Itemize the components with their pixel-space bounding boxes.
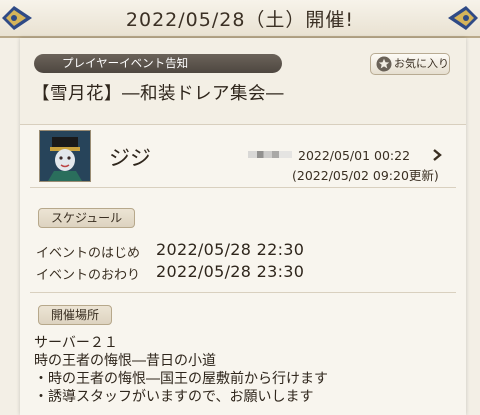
start-datetime: 2022/05/28 22:30 [156,240,305,259]
end-datetime: 2022/05/28 23:30 [156,262,305,281]
divider [30,292,456,293]
schedule-section-tag: スケジュール [38,208,136,228]
blurred-id [248,151,292,158]
posted-date: 2022/05/01 00:22 [298,148,411,163]
location-note: ・時の王者の悔恨―国王の屋敷前から行けます [34,371,328,387]
top-banner: 2022/05/28（土）開催! [0,0,480,38]
end-label: イベントのおわり [36,268,141,283]
chevron-right-icon[interactable] [431,148,443,162]
start-label: イベントのはじめ [36,246,141,261]
favorite-label: お気に入り [394,57,449,70]
author-avatar[interactable] [39,130,91,182]
location-note: ・誘導スタッフがいますので、お願いします [34,389,314,405]
character-portrait [40,131,90,181]
location-section-tag: 開催場所 [38,305,113,325]
star-icon [376,56,392,72]
banner-date-title: 2022/05/28（土）開催! [125,9,355,31]
location-server: サーバー２１ [34,335,118,351]
author-name[interactable]: ジジ [109,142,151,172]
event-title: 【雪月花】―和装ドレア集会― [32,84,284,104]
event-header: プレイヤーイベント告知 お気に入り 【雪月花】―和装ドレア集会― [20,38,466,125]
favorite-button[interactable]: お気に入り [370,53,450,75]
event-detail-panel: プレイヤーイベント告知 お気に入り 【雪月花】―和装ドレア集会― ジジ 2022… [20,38,466,415]
updated-date: (2022/05/02 09:20更新) [292,168,439,183]
divider [30,187,456,188]
location-place: 時の王者の悔恨―昔日の小道 [34,353,216,369]
ornament-icon [448,6,478,30]
category-badge: プレイヤーイベント告知 [34,54,282,73]
